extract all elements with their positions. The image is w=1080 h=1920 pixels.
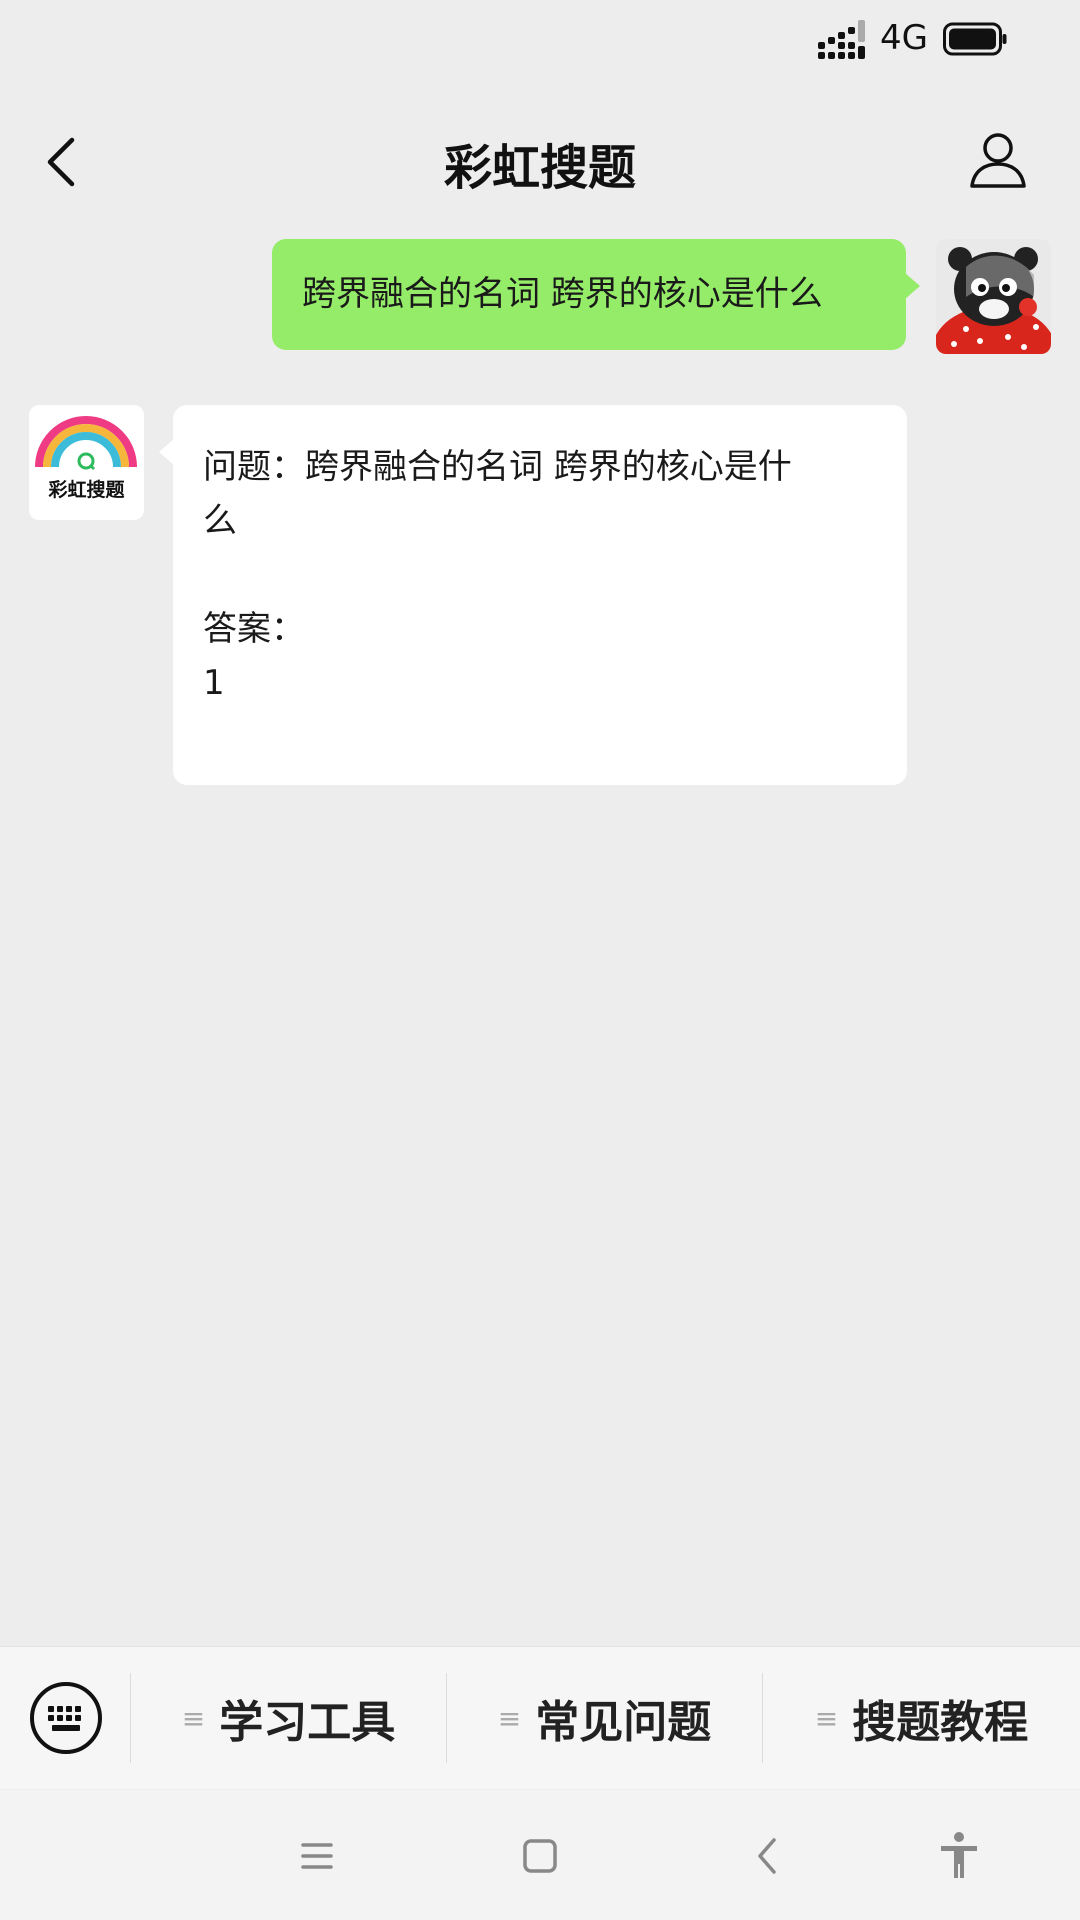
bot-avatar-label: 彩虹搜题 [48, 479, 125, 501]
menu-lines-icon: ≡ [814, 1701, 839, 1735]
menu-lines-icon: ≡ [497, 1701, 522, 1735]
menu-lines-icon: ≡ [181, 1701, 206, 1735]
bot-message-bubble[interactable]: 问题：跨界融合的名词 跨界的核心是什 么 答案： 1 [159, 405, 907, 785]
user-message-bubble[interactable]: 跨界融合的名词 跨界的核心是什么 [272, 239, 920, 350]
menu-item-search-tutorial[interactable]: ≡ 搜题教程 [763, 1647, 1080, 1789]
user-message-text: 跨界融合的名词 跨界的核心是什么 [302, 274, 823, 314]
page-title: 彩虹搜题 [443, 140, 636, 196]
bot-message-line [203, 548, 877, 602]
status-bar: 4G [0, 0, 1080, 85]
back-icon[interactable] [740, 1828, 796, 1884]
keyboard-icon[interactable] [28, 1680, 104, 1756]
bot-message-line: 答案： [203, 609, 305, 649]
menu-item-label: 常见问题 [535, 1697, 712, 1748]
user-avatar[interactable] [936, 239, 1051, 354]
menu-item-faq[interactable]: ≡ 常见问题 [447, 1647, 762, 1789]
battery-icon [943, 22, 1007, 56]
menu-icon[interactable] [289, 1828, 345, 1884]
system-navigation-bar [0, 1790, 1080, 1920]
person-icon[interactable] [966, 128, 1030, 192]
bot-message-line: 么 [203, 501, 237, 541]
bot-message-line: 问题：跨界融合的名词 跨界的核心是什 [203, 447, 792, 487]
chat-header: 彩虹搜题 [0, 85, 1080, 235]
rainbow-logo-icon [35, 416, 137, 471]
bear-avatar-image [936, 239, 1051, 354]
menu-item-study-tools[interactable]: ≡ 学习工具 [131, 1647, 446, 1789]
bottom-menu-bar: ≡ 学习工具 ≡ 常见问题 ≡ 搜题教程 [0, 1646, 1080, 1789]
bot-message-line: 1 [203, 663, 225, 703]
network-type: 4G [880, 18, 928, 58]
signal-icon [818, 20, 865, 59]
accessibility-icon[interactable] [931, 1828, 987, 1884]
home-square-icon[interactable] [512, 1828, 568, 1884]
menu-item-label: 搜题教程 [852, 1697, 1029, 1748]
menu-item-label: 学习工具 [219, 1697, 396, 1748]
bot-avatar[interactable]: 彩虹搜题 [29, 405, 144, 520]
